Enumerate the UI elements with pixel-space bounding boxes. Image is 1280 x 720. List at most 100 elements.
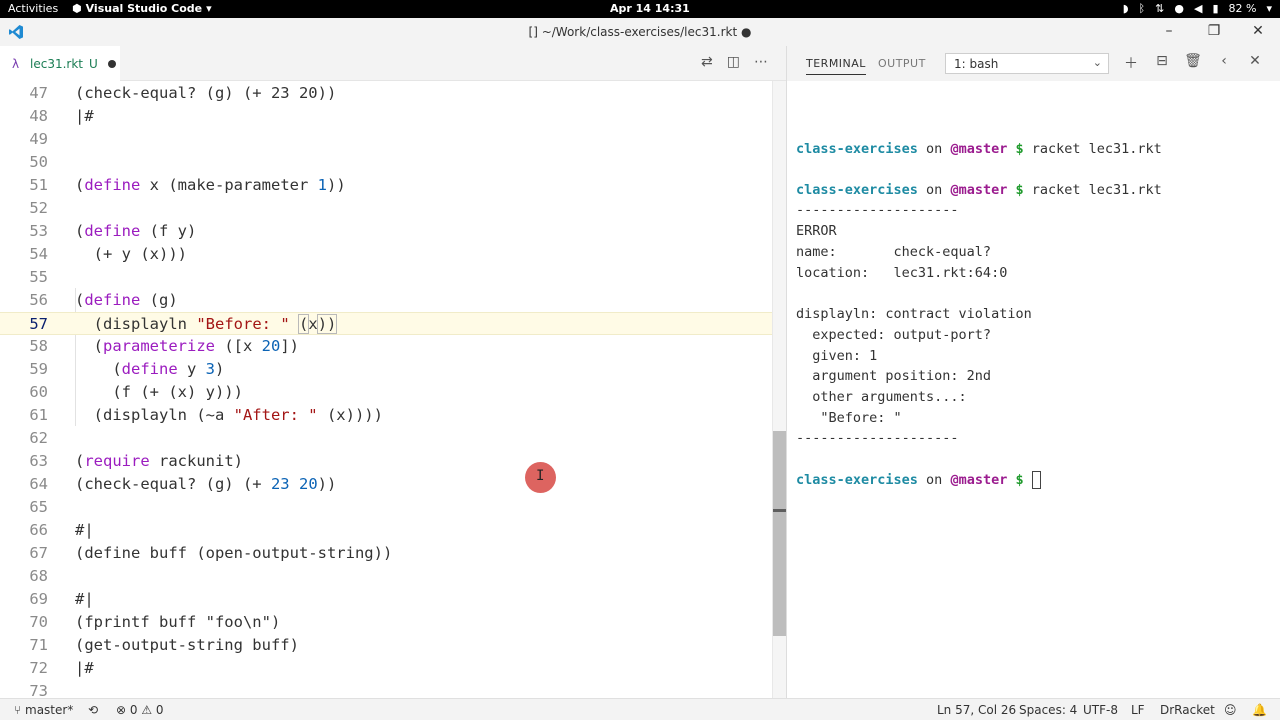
battery-icon: ▮ (1212, 2, 1219, 15)
code-line: 53 (define (f y) (29, 222, 197, 240)
maximize-button[interactable]: ❐ (1204, 23, 1224, 39)
terminal-output-line: ERROR (796, 223, 837, 239)
terminal-select[interactable]: 1: bash ⌄ (945, 53, 1109, 74)
unsaved-dot-icon[interactable] (107, 59, 116, 68)
code-line: 49 (29, 130, 48, 148)
editor-tab-bar: λ lec31.rkt U ⇄ ◫ ⋯ (0, 46, 786, 81)
terminal-cursor (1031, 471, 1041, 489)
battery-percent: 82 % (1228, 2, 1257, 15)
code-line: 62 (29, 429, 48, 447)
terminal-output-line: displayln: contract violation (796, 306, 1032, 322)
warning-icon: ⚠ (141, 703, 156, 717)
bell-icon[interactable]: 🔔 (1252, 703, 1267, 717)
terminal-output-line: location: lec31.rkt:64:0 (796, 265, 1008, 281)
tab-output[interactable]: OUTPUT (878, 57, 926, 70)
code-line: 64 (check-equal? (g) (+ 23 20)) (29, 475, 337, 493)
code-line: 59 (define y 3) (29, 360, 225, 378)
code-line: 72 |# (29, 659, 94, 677)
problems-indicator[interactable]: ⊗ 0 ⚠ 0 (116, 703, 164, 717)
close-panel-icon[interactable]: ✕ (1246, 53, 1264, 69)
chevron-down-icon: ⌄ (1092, 56, 1102, 69)
code-line: 56 (define (g) (29, 291, 178, 309)
indentation[interactable]: Spaces: 4 (1019, 703, 1077, 717)
terminal-prompt-line: class-exercises on @master $ racket lec3… (796, 141, 1162, 157)
code-line: 52 (29, 199, 48, 217)
code-line: 51 (define x (make-parameter 1)) (29, 176, 346, 194)
tab-label: lec31.rkt (30, 56, 83, 71)
encoding[interactable]: UTF-8 (1083, 703, 1118, 717)
terminal-output-line: expected: output-port? (796, 327, 992, 343)
app-menu[interactable]: ⬢ Visual Studio Code ▾ (72, 2, 212, 15)
terminal-output-line: -------------------- (796, 202, 959, 218)
terminal-output-line: other arguments...: (796, 389, 967, 405)
bluetooth-icon: ᛒ (1138, 2, 1146, 15)
split-editor-icon[interactable]: ◫ (727, 54, 740, 70)
tab-lec31[interactable]: λ lec31.rkt U (0, 46, 120, 81)
code-line: 70 (fprintf buff "foo\n") (29, 613, 281, 631)
terminal-output-line: name: check-equal? (796, 244, 992, 260)
open-changes-icon[interactable]: ⇄ (701, 54, 713, 70)
status-bar: ⑂ master* ⟲ ⊗ 0 ⚠ 0 Ln 57, Col 26 Spaces… (0, 698, 1280, 720)
code-line: 48 |# (29, 107, 94, 125)
text-cursor-icon: I (536, 468, 545, 484)
code-line: 67 (define buff (open-output-string)) (29, 544, 393, 562)
code-line: 69 #| (29, 590, 94, 608)
code-line: 66 #| (29, 521, 94, 539)
code-editor[interactable]: 47 (check-equal? (g) (+ 23 20)) 48 |# 49 5… (0, 81, 786, 698)
system-top-bar: Activities ⬢ Visual Studio Code ▾ Apr 14… (0, 0, 1280, 18)
scrollbar-thumb[interactable] (773, 431, 787, 636)
branch-icon: ⑂ (14, 703, 26, 717)
code-line: 61 (displayln (~a "After: " (x)))) (29, 406, 383, 424)
network-icon: ⇅ (1155, 2, 1165, 15)
power-menu-icon: ▾ (1266, 2, 1272, 15)
window-title-bar: [] ~/Work/class-exercises/lec31.rkt ● – … (0, 18, 1280, 46)
code-line: 58 (parameterize ([x 20]) (29, 337, 299, 355)
terminal-output-line: argument position: 2nd (796, 368, 992, 384)
tab-terminal[interactable]: TERMINAL (806, 57, 866, 75)
code-line: 73 (29, 682, 48, 698)
error-icon: ⊗ (116, 703, 130, 717)
code-line: 54 (+ y (x))) (29, 245, 187, 263)
code-line: 60 (f (+ (x) y))) (29, 383, 243, 401)
trash-icon[interactable]: 🗑 (1184, 53, 1202, 69)
window-title: [] ~/Work/class-exercises/lec31.rkt ● (528, 25, 752, 39)
new-terminal-icon[interactable]: ＋ (1122, 53, 1140, 73)
code-line: 50 (29, 153, 48, 171)
split-terminal-icon[interactable]: ⊟ (1153, 53, 1171, 69)
scrollbar-cursor-marker (773, 509, 787, 512)
tab-git-status: U (89, 56, 98, 71)
feedback-icon[interactable]: ☺ (1224, 703, 1237, 717)
minimize-button[interactable]: – (1159, 23, 1179, 39)
chevron-down-icon: ▾ (206, 2, 212, 15)
cursor-position[interactable]: Ln 57, Col 26 (937, 703, 1016, 717)
sync-icon[interactable]: ⟲ (88, 703, 98, 717)
editor-scrollbar[interactable] (772, 81, 787, 698)
vscode-small-icon: ⬢ (72, 2, 82, 15)
code-line: 55 (29, 268, 48, 286)
code-line: 63 (require rackunit) (29, 452, 243, 470)
terminal-output-line: given: 1 (796, 348, 878, 364)
code-line: 68 (29, 567, 48, 585)
microphone-icon: ● (1174, 2, 1184, 15)
more-actions-icon[interactable]: ⋯ (754, 54, 768, 70)
terminal-output-line: -------------------- (796, 430, 959, 446)
system-tray[interactable]: ◗ ᛒ ⇅ ● ◀ ▮ 82 % ▾ (1123, 2, 1272, 15)
terminal-prompt-line: class-exercises on @master $ racket lec3… (796, 182, 1162, 198)
racket-file-icon: λ (12, 56, 20, 71)
code-line: 47 (check-equal? (g) (+ 23 20)) (29, 84, 337, 102)
close-window-button[interactable]: ✕ (1248, 23, 1268, 39)
language-mode[interactable]: DrRacket (1160, 703, 1215, 717)
chevron-left-icon[interactable]: ‹ (1215, 53, 1233, 69)
terminal-output-line: "Before: " (796, 410, 902, 426)
clock[interactable]: Apr 14 14:31 (610, 2, 690, 15)
current-code-line: 57 (displayln "Before: " (x)) (0, 312, 786, 335)
app-menu-label: Visual Studio Code (85, 2, 203, 15)
volume-icon: ◀ (1193, 2, 1203, 15)
code-line: 65 (29, 498, 48, 516)
end-of-line[interactable]: LF (1131, 703, 1145, 717)
git-branch[interactable]: ⑂ master* (14, 703, 73, 717)
terminal-prompt-line: class-exercises on @master $ (796, 470, 1041, 490)
activities-button[interactable]: Activities (8, 2, 58, 15)
code-line: 71 (get-output-string buff) (29, 636, 299, 654)
terminal-select-value: 1: bash (954, 57, 999, 71)
